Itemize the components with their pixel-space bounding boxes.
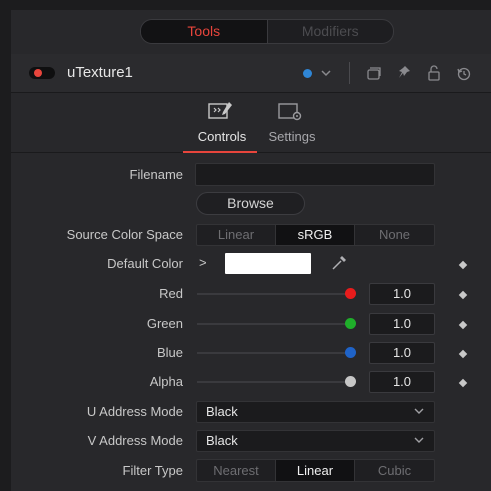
color-space-srgb[interactable]: sRGB [276,225,355,245]
u-address-mode-dropdown[interactable]: Black [196,401,435,423]
tab-tools[interactable]: Tools [141,20,268,43]
lock-icon[interactable] [426,63,442,88]
chevron-down-icon[interactable] [320,63,332,88]
settings-icon[interactable] [277,100,305,129]
blue-slider-handle[interactable] [345,347,356,358]
reset-icon[interactable] [456,63,472,88]
blue-label: Blue [156,345,183,360]
filename-input[interactable] [195,163,435,186]
filter-nearest[interactable]: Nearest [197,460,276,481]
red-label: Red [159,286,183,301]
alpha-slider-handle[interactable] [345,376,356,387]
green-value-field[interactable]: 1.0 [369,313,435,335]
source-color-space-selector: Linear sRGB None [196,224,435,246]
u-address-mode-value: Black [206,404,238,419]
blue-slider-track[interactable] [197,352,350,354]
filter-type-label: Filter Type [122,463,183,478]
enable-dot-icon [34,69,42,77]
tools-modifiers-switch: Tools Modifiers [140,19,394,44]
inspector-window: Tools Modifiers uTexture1 Controls Setti… [0,0,491,491]
tab-modifiers[interactable]: Modifiers [268,20,394,43]
green-slider-track[interactable] [197,323,350,325]
chevron-down-icon [413,403,425,422]
filter-linear[interactable]: Linear [276,460,355,481]
node-header[interactable]: uTexture1 [11,54,491,93]
red-slider-track[interactable] [197,293,350,295]
node-name: uTexture1 [67,64,133,81]
filename-label: Filename [129,167,183,182]
green-slider-handle[interactable] [345,318,356,329]
alpha-value-field[interactable]: 1.0 [369,371,435,393]
red-value-field[interactable]: 1.0 [369,283,435,305]
top-tab-bar: Tools Modifiers [11,10,491,55]
expand-chevron[interactable]: > [199,255,207,270]
tab-settings[interactable]: Settings [262,129,322,144]
alpha-label: Alpha [149,374,183,389]
color-dot-icon[interactable] [303,69,312,78]
browse-button[interactable]: Browse [196,192,305,215]
blue-value-field[interactable]: 1.0 [369,342,435,364]
controls-icon[interactable] [207,100,235,129]
pin-icon[interactable] [396,63,412,88]
alpha-slider-track[interactable] [197,381,350,383]
node-enable-toggle[interactable] [29,67,55,79]
chevron-down-icon [413,432,425,451]
color-space-linear[interactable]: Linear [197,225,276,245]
default-color-label: Default Color [107,256,183,271]
tab-controls[interactable]: Controls [190,129,254,144]
source-color-space-label: Source Color Space [66,227,183,242]
v-address-mode-label: V Address Mode [87,433,183,448]
color-space-none[interactable]: None [355,225,434,245]
filter-type-selector: Nearest Linear Cubic [196,459,435,482]
red-slider-handle[interactable] [345,288,356,299]
filter-cubic[interactable]: Cubic [355,460,434,481]
eyedropper-icon[interactable] [330,254,348,277]
header-separator [349,62,350,84]
v-address-mode-dropdown[interactable]: Black [196,430,435,452]
v-address-mode-value: Black [206,433,238,448]
default-color-swatch[interactable] [225,253,311,274]
u-address-mode-label: U Address Mode [86,404,183,419]
version-icon[interactable] [366,63,382,88]
green-label: Green [146,316,183,331]
